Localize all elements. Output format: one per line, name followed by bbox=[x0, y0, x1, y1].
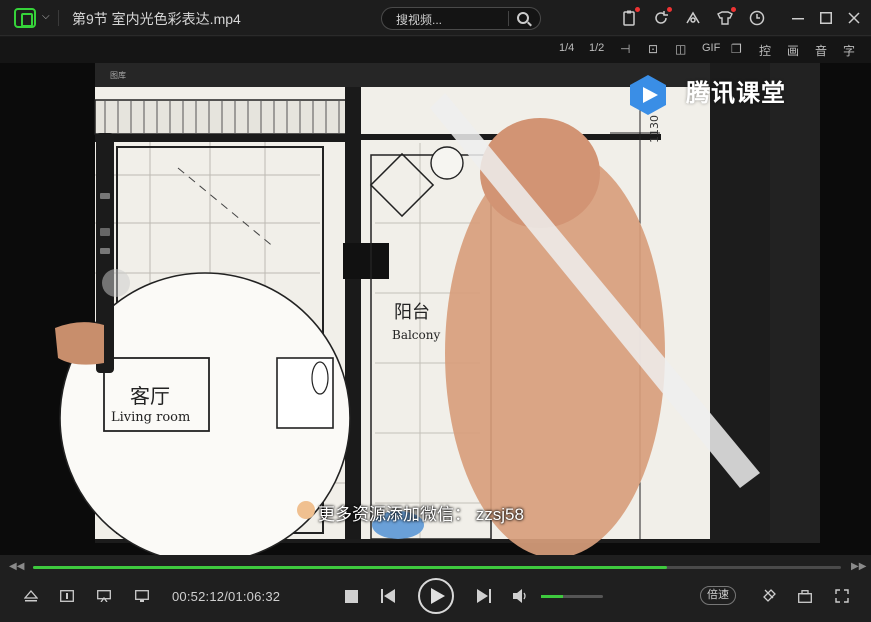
time-display: 00:52:12/01:06:32 bbox=[172, 589, 281, 604]
progress-fill bbox=[33, 566, 668, 569]
pin-icon[interactable] bbox=[761, 588, 777, 604]
picture-button[interactable]: 画 bbox=[787, 42, 799, 59]
progress-bar[interactable] bbox=[33, 566, 841, 569]
rotate-icon[interactable]: ◫ bbox=[675, 42, 686, 56]
fullscreen-icon[interactable] bbox=[834, 588, 850, 604]
volume-fill bbox=[541, 595, 563, 598]
history-icon[interactable] bbox=[748, 9, 766, 27]
chevron-down-icon[interactable]: ⌵ bbox=[42, 11, 50, 22]
toolbox-icon[interactable] bbox=[797, 588, 813, 604]
living-room-label-cn: 客厅 bbox=[130, 384, 170, 408]
share-icon[interactable] bbox=[684, 9, 702, 27]
screenshot-icon[interactable]: ❐ bbox=[731, 42, 742, 56]
watermark-text: 腾讯课堂 bbox=[686, 80, 786, 107]
cast-icon[interactable] bbox=[95, 588, 113, 604]
eject-icon[interactable] bbox=[22, 588, 40, 604]
previous-button[interactable] bbox=[380, 588, 396, 604]
divider bbox=[58, 10, 59, 26]
forward-icon[interactable]: ▶▶ bbox=[851, 561, 866, 572]
balcony-label-en: Balcony bbox=[392, 328, 440, 342]
play-button[interactable] bbox=[418, 578, 454, 614]
volume-slider[interactable] bbox=[541, 595, 603, 598]
minimize-icon[interactable] bbox=[789, 9, 807, 27]
search-input[interactable]: 搜视频... bbox=[396, 11, 442, 28]
search-box[interactable]: 搜视频... bbox=[381, 7, 541, 30]
skin-icon[interactable] bbox=[716, 7, 736, 27]
video-frame[interactable]: 客厅 Living room 阳台 Balcony 1130 图库 腾讯课堂 更… bbox=[0, 63, 871, 555]
subtitle-button[interactable]: 字 bbox=[843, 42, 855, 59]
title-bar: ⌵ 第9节 室内光色彩表达.mp4 搜视频... bbox=[0, 0, 871, 36]
crop-left-icon[interactable]: ⊣ bbox=[620, 42, 630, 56]
window-title: 第9节 室内光色彩表达.mp4 bbox=[72, 11, 241, 27]
playlist-icon[interactable] bbox=[58, 588, 76, 604]
balcony-label-cn: 阳台 bbox=[394, 302, 430, 323]
volume-icon[interactable] bbox=[512, 588, 528, 604]
player-controls: ◀◀ ▶▶ 00:52:12/01:06:32 倍速 bbox=[0, 555, 871, 622]
stop-button[interactable] bbox=[344, 589, 358, 603]
fit-icon[interactable]: ⊡ bbox=[648, 42, 658, 56]
clipboard-icon[interactable] bbox=[620, 7, 640, 27]
video-content: 客厅 Living room 阳台 Balcony 1130 图库 bbox=[0, 63, 871, 555]
speed-button[interactable]: 倍速 bbox=[700, 586, 736, 605]
rewind-icon[interactable]: ◀◀ bbox=[9, 561, 24, 572]
screen-record-icon[interactable] bbox=[133, 588, 151, 604]
ratio-quarter-button[interactable]: 1/4 bbox=[559, 42, 574, 54]
dimension-label: 1130 bbox=[648, 115, 661, 143]
audio-button[interactable]: 音 bbox=[815, 42, 827, 59]
subtitle-text: 更多资源添加微信： zzsj58 bbox=[318, 505, 524, 524]
maximize-icon[interactable] bbox=[817, 9, 835, 27]
close-icon[interactable] bbox=[845, 9, 863, 27]
living-room-label-en: Living room bbox=[111, 410, 190, 425]
video-toolbar: 1/4 1/2 ⊣ ⊡ ◫ GIF ❐ 控 画 音 字 bbox=[0, 37, 871, 63]
app-gallery-label: 图库 bbox=[110, 70, 126, 80]
search-icon[interactable] bbox=[517, 12, 529, 24]
control-button[interactable]: 控 bbox=[759, 42, 771, 59]
ratio-half-button[interactable]: 1/2 bbox=[589, 42, 604, 54]
refresh-icon[interactable] bbox=[652, 7, 672, 27]
app-logo-icon[interactable] bbox=[14, 8, 36, 28]
gif-button[interactable]: GIF bbox=[702, 42, 720, 54]
next-button[interactable] bbox=[476, 588, 492, 604]
